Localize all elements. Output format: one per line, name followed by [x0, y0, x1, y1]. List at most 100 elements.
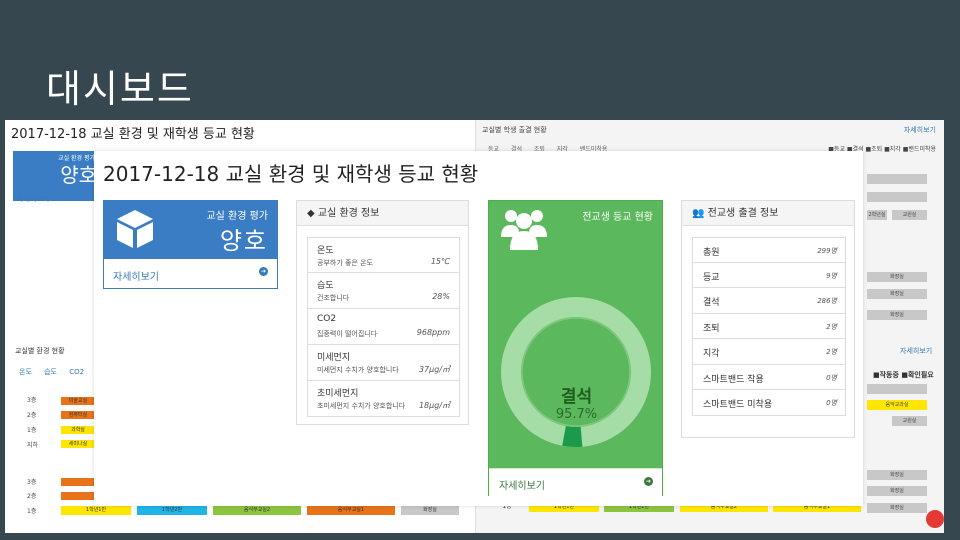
page-title: 2017-12-18 교실 환경 및 재학생 등교 현황 — [103, 162, 479, 186]
attendance-percent: 95.7% — [555, 407, 598, 422]
env-item-value: 37μg/㎥ — [418, 365, 450, 374]
bg-gray-cell[interactable]: 화장실 — [867, 503, 927, 513]
student-panel: 👥 전교생 출결 정보 총원 299명 등교 9명 결석 286명 조퇴 2명 … — [681, 200, 855, 438]
env-item-name: 초미세먼지 — [317, 389, 359, 399]
bg-eval-more-link[interactable]: 자세히보기 — [17, 194, 49, 204]
bg-floor-label: 1층 — [27, 427, 37, 434]
student-item-late[interactable]: 지각 2명 — [692, 339, 846, 365]
student-item-band-off[interactable]: 스마트밴드 미착용 0명 — [692, 390, 846, 416]
student-item-band-on[interactable]: 스마트밴드 착용 0명 — [692, 364, 846, 390]
bg-gray-cell[interactable]: 화장실 — [867, 470, 927, 480]
bg-attendance-more-link[interactable]: 자세히보기 — [904, 125, 936, 135]
bg-gray-cell[interactable] — [867, 192, 927, 202]
bg-room-cell[interactable] — [61, 478, 95, 486]
eval-more-link[interactable]: 자세히보기 — [113, 268, 159, 283]
bg-attendance-heading: 교실별 학생 출결 현황 — [482, 126, 547, 134]
env-item-name: CO2 — [317, 314, 337, 324]
student-item-value: 299명 — [817, 247, 837, 255]
student-item-name: 총원 — [703, 248, 720, 258]
student-item-absent[interactable]: 결석 286명 — [692, 288, 846, 314]
notification-bell-icon[interactable] — [926, 510, 944, 528]
bg-floor-label: 2층 — [27, 412, 37, 419]
student-item-value: 9명 — [826, 271, 837, 280]
student-item-name: 스마트밴드 착용 — [703, 374, 764, 385]
attendance-more-link[interactable]: 자세히보기 — [499, 477, 545, 492]
env-item-name: 미세먼지 — [317, 353, 351, 363]
env-item-fine-dust[interactable]: 미세먼지 미세먼지 수치가 양호합니다 37μg/㎥ — [307, 345, 460, 381]
bg-bottom-cell[interactable]: 음식무교실1 — [307, 506, 395, 515]
attendance-donut-chart — [501, 297, 651, 447]
bg-gray-cell[interactable]: 교원실 — [892, 210, 927, 220]
donut-present-segment — [562, 426, 583, 447]
bg-gray-cell[interactable]: 2학년실 — [867, 210, 887, 220]
student-item-name: 결석 — [703, 298, 720, 308]
attendance-footer: 자세히보기 ➜ — [489, 468, 662, 496]
student-item-name: 조퇴 — [703, 323, 720, 334]
cube-icon — [113, 207, 157, 255]
bg-gray-cell[interactable] — [867, 174, 927, 184]
bg-room-cell[interactable]: 미술교실 — [61, 397, 95, 405]
student-item-value: 0명 — [826, 373, 837, 382]
student-item-value: 2명 — [826, 322, 837, 331]
bg-bottom-cell[interactable]: 화장실 — [401, 506, 459, 515]
cube-small-icon: ◆ — [307, 208, 315, 219]
bg-status-more-link[interactable]: 자세히보기 — [900, 346, 932, 356]
bg-status-legend: ■작동중 ■확인필요 — [873, 371, 934, 379]
env-item-value: 968ppm — [416, 328, 450, 337]
eval-card-header: 교실 환경 평가 양호 — [104, 201, 277, 259]
bg-floor-label: 지하 — [27, 442, 39, 449]
bg-room-cell[interactable]: 컴퓨터실 — [61, 411, 95, 419]
bg-floor-label: 2층 — [27, 493, 37, 500]
env-list: 온도 공부하기 좋은 온도 15℃ 습도 건조합니다 28% CO2 집중력이 … — [307, 237, 460, 417]
bg-gray-cell[interactable]: 음악교과실 — [867, 400, 927, 410]
env-item-desc: 초미세먼지 수치가 양호합니다 — [317, 402, 406, 410]
bg-page-title: 2017-12-18 교실 환경 및 재학생 등교 현황 — [11, 127, 255, 142]
student-item-value: 0명 — [826, 399, 837, 407]
bg-room-cell[interactable] — [61, 492, 95, 500]
student-panel-header: 👥 전교생 출결 정보 — [682, 201, 854, 226]
bg-room-cell[interactable]: 세미나실 — [61, 440, 95, 448]
env-item-desc: 집중력이 떨어집니다 — [317, 330, 378, 338]
bg-bottom-cell[interactable]: 1학년2반 — [137, 506, 207, 515]
bg-floor-label: 3층 — [27, 479, 37, 486]
student-item-total[interactable]: 총원 299명 — [692, 237, 846, 263]
env-item-temperature[interactable]: 온도 공부하기 좋은 온도 15℃ — [307, 237, 460, 273]
bg-room-cell[interactable]: 과학실 — [61, 426, 95, 434]
users-small-icon: 👥 — [692, 208, 705, 219]
env-panel: ◆ 교실 환경 정보 온도 공부하기 좋은 온도 15℃ 습도 건조합니다 28… — [296, 200, 469, 425]
users-icon — [499, 207, 549, 255]
eval-value: 양호 — [219, 227, 268, 255]
bg-gray-cell[interactable]: 화장실 — [867, 289, 927, 299]
env-item-value: 15℃ — [430, 257, 450, 266]
bg-gray-cell[interactable]: 교원실 — [892, 416, 927, 426]
bg-bottom-cell[interactable]: 음식무교실2 — [213, 506, 301, 515]
env-panel-header: ◆ 교실 환경 정보 — [297, 201, 468, 226]
bg-gray-cell[interactable]: 화장실 — [867, 272, 927, 282]
bg-gray-cell[interactable] — [867, 384, 927, 394]
arrow-circle-right-icon[interactable]: ➜ — [259, 267, 268, 276]
student-item-value: 2명 — [826, 348, 837, 356]
eval-card: 교실 환경 평가 양호 자세히보기 ➜ — [103, 200, 278, 289]
env-item-ultrafine-dust[interactable]: 초미세먼지 초미세먼지 수치가 양호합니다 18μg/㎥ — [307, 381, 460, 417]
attendance-card: 전교생 등교 현황 결석 95.7% 자세히보기 ➜ — [488, 200, 663, 496]
bg-history-tabs[interactable]: 온도 습도 CO2 — [19, 367, 84, 377]
env-item-co2[interactable]: CO2 집중력이 떨어집니다 968ppm — [307, 309, 460, 345]
env-item-desc: 건조합니다 — [317, 294, 350, 302]
student-list: 총원 299명 등교 9명 결석 286명 조퇴 2명 지각 2명 스마트밴드 … — [692, 237, 846, 416]
env-item-desc: 공부하기 좋은 온도 — [317, 259, 373, 267]
env-item-name: 온도 — [317, 246, 334, 256]
student-item-value: 286명 — [817, 297, 837, 305]
student-item-early-leave[interactable]: 조퇴 2명 — [692, 313, 846, 339]
arrow-circle-right-icon[interactable]: ➜ — [644, 477, 653, 486]
bg-bottom-cell[interactable]: 1학년1반 — [61, 506, 131, 515]
student-heading: 전교생 출결 정보 — [707, 208, 779, 219]
bg-gray-cell[interactable]: 화장실 — [867, 310, 927, 320]
env-item-humidity[interactable]: 습도 건조합니다 28% — [307, 273, 460, 309]
student-item-name: 등교 — [703, 272, 720, 283]
bg-gray-cell[interactable]: 화장실 — [867, 486, 927, 496]
env-heading: 교실 환경 정보 — [317, 208, 380, 219]
env-item-desc: 미세먼지 수치가 양호합니다 — [317, 366, 399, 374]
student-item-present[interactable]: 등교 9명 — [692, 262, 846, 288]
main-screenshot: 2017-12-18 교실 환경 및 재학생 등교 현황 교실 환경 평가 양호… — [94, 151, 863, 506]
student-item-name: 지각 — [703, 349, 720, 359]
